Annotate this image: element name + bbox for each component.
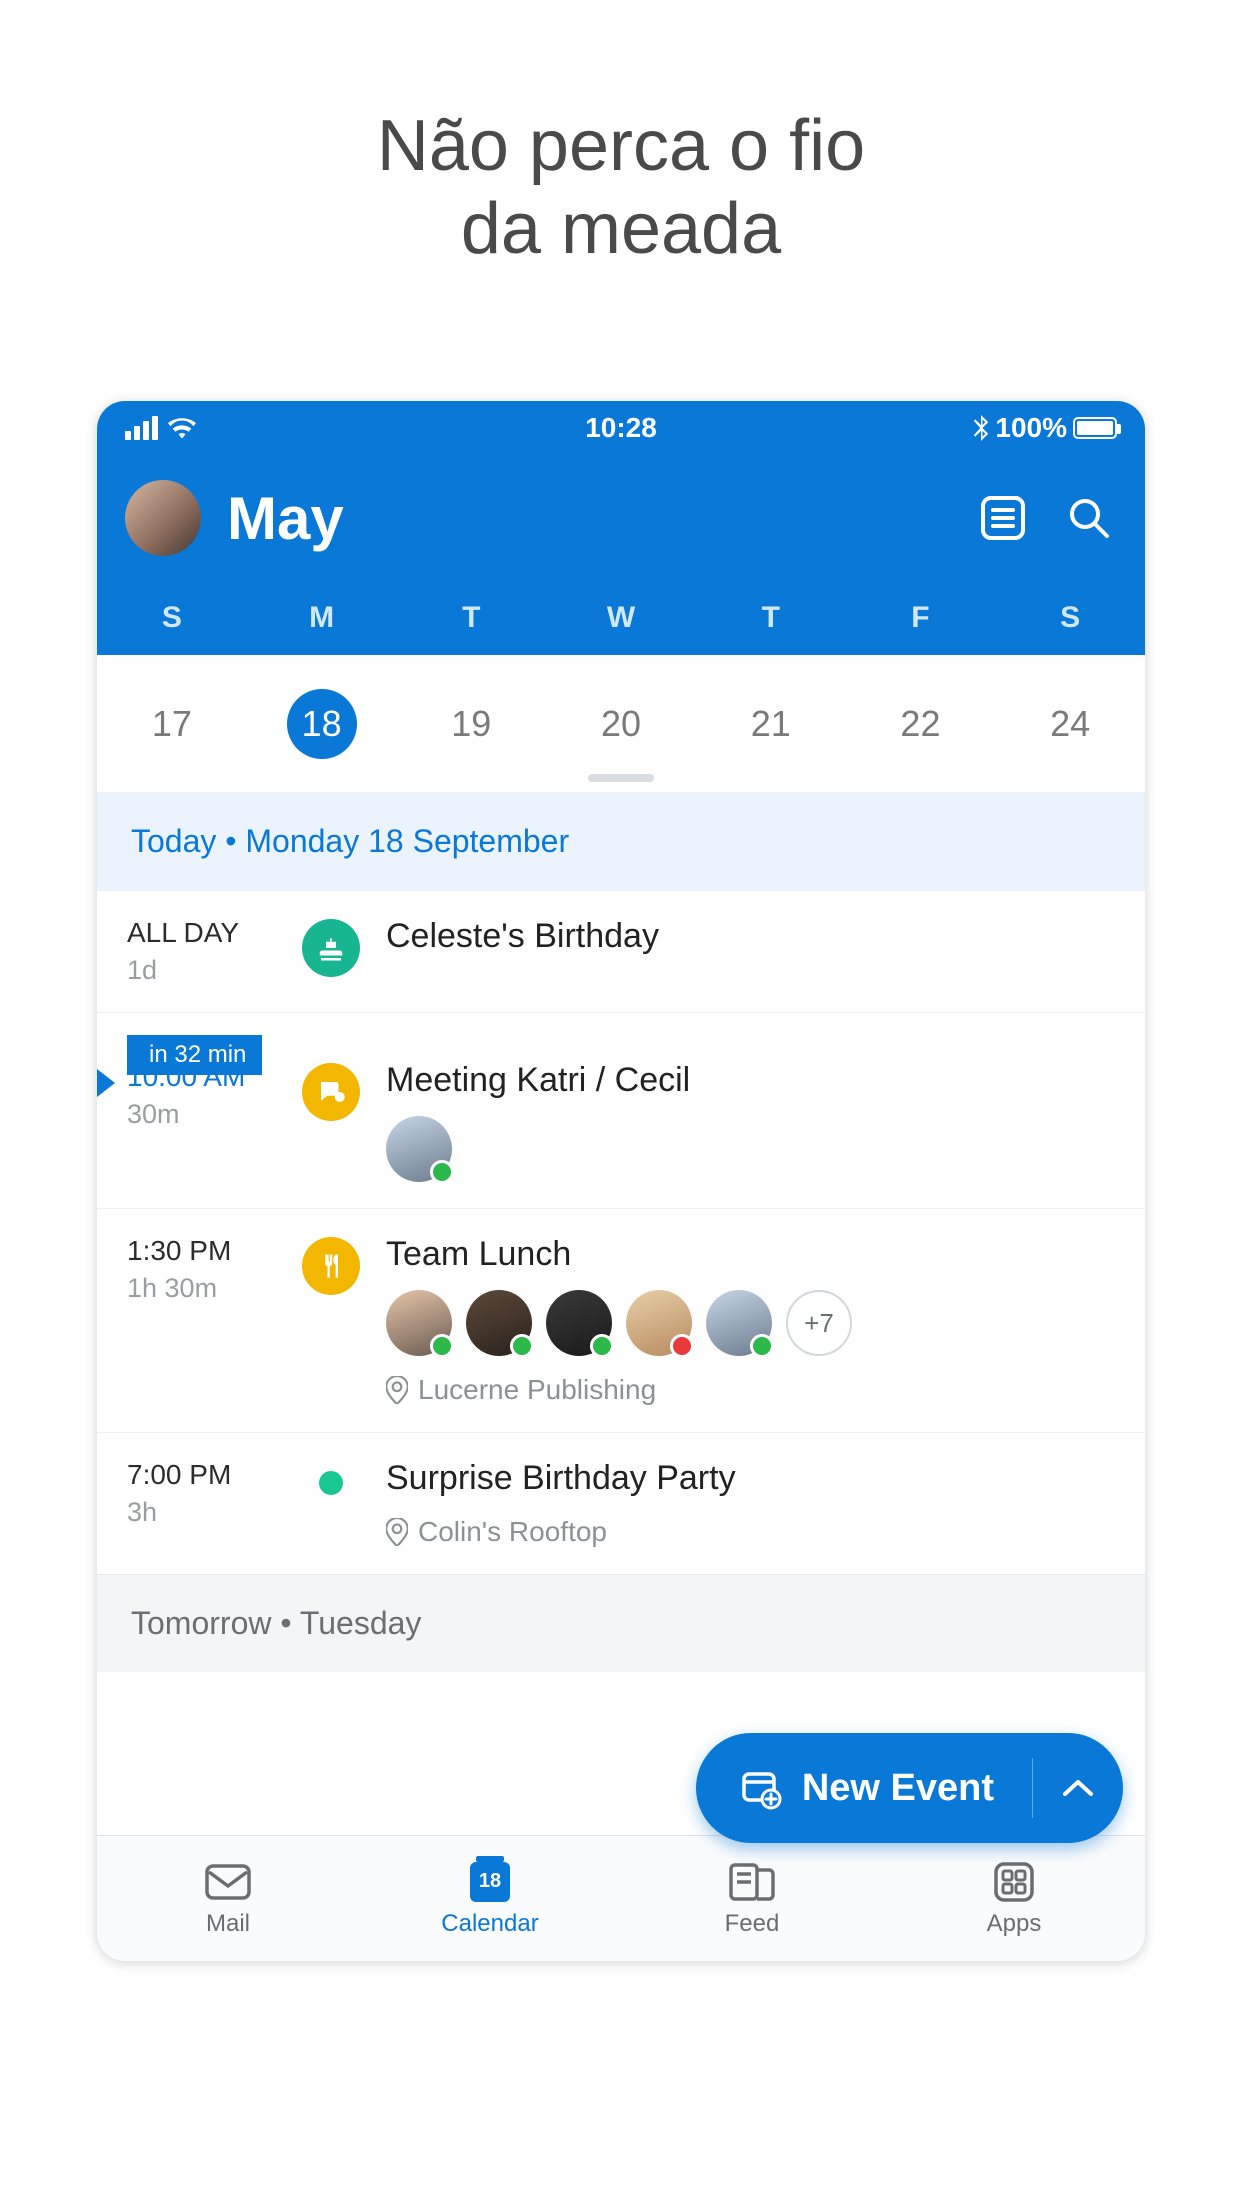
fab-expand-button[interactable] — [1033, 1778, 1123, 1798]
month-title[interactable]: May — [227, 484, 945, 553]
location-icon — [386, 1376, 408, 1404]
chevron-up-icon — [1061, 1778, 1095, 1798]
event-location: Lucerne Publishing — [386, 1374, 1145, 1406]
attendee-list — [386, 1116, 1145, 1182]
weekday-label: T — [696, 601, 846, 635]
event-location: Colin's Rooftop — [386, 1516, 1145, 1548]
more-attendees[interactable]: +7 — [786, 1290, 852, 1356]
countdown-badge: in 32 min — [127, 1035, 262, 1075]
attendee-avatar — [386, 1116, 452, 1182]
new-event-icon — [738, 1766, 782, 1810]
marketing-headline: Não perca o fio da meada — [0, 0, 1242, 271]
search-icon[interactable] — [1061, 490, 1117, 546]
event-row[interactable]: 7:00 PM 3h Surprise Birthday Party Colin… — [97, 1432, 1145, 1574]
chat-icon — [302, 1063, 360, 1121]
date-cell-selected[interactable]: 18 — [247, 655, 397, 792]
food-icon — [302, 1237, 360, 1295]
date-cell[interactable]: 21 — [696, 655, 846, 792]
cell-signal-icon — [125, 416, 158, 440]
apps-icon — [990, 1860, 1038, 1904]
battery-percent: 100% — [995, 412, 1067, 444]
event-row[interactable]: 1:30 PM 1h 30m Team Lunch +7 Lucer — [97, 1208, 1145, 1432]
weekday-label: W — [546, 601, 696, 635]
weekday-label: M — [247, 601, 397, 635]
headline-line-1: Não perca o fio — [0, 105, 1242, 188]
bluetooth-icon — [973, 415, 989, 441]
attendee-avatar — [626, 1290, 692, 1356]
profile-avatar[interactable] — [125, 480, 201, 556]
new-event-fab[interactable]: New Event — [696, 1733, 1123, 1843]
wifi-icon — [168, 417, 196, 439]
calendar-header: 10:28 100% May S M T W T F S — [97, 401, 1145, 655]
event-title: Celeste's Birthday — [386, 917, 1145, 956]
date-cell[interactable]: 20 — [546, 655, 696, 792]
current-indicator-icon — [97, 1069, 115, 1097]
status-bar: 10:28 100% — [97, 401, 1145, 455]
tab-feed[interactable]: Feed — [621, 1836, 883, 1961]
tab-mail[interactable]: Mail — [97, 1836, 359, 1961]
weekday-label: S — [97, 601, 247, 635]
date-cell[interactable]: 17 — [97, 655, 247, 792]
date-cell[interactable]: 22 — [846, 655, 996, 792]
feed-icon — [728, 1860, 776, 1904]
section-header-tomorrow: Tomorrow • Tuesday — [97, 1574, 1145, 1672]
drag-handle[interactable] — [588, 774, 654, 782]
tab-label: Feed — [725, 1910, 780, 1938]
birthday-icon — [302, 919, 360, 977]
event-row[interactable]: in 32 min 10:00 AM 30m Meeting Katri / C… — [97, 1012, 1145, 1208]
tab-label: Apps — [987, 1910, 1042, 1938]
event-title: Meeting Katri / Cecil — [386, 1061, 1145, 1100]
event-time: 7:00 PM 3h — [127, 1459, 302, 1548]
phone-frame: 10:28 100% May S M T W T F S — [97, 401, 1145, 1961]
tab-calendar[interactable]: 18 Calendar — [359, 1836, 621, 1961]
attendee-list: +7 — [386, 1290, 1145, 1356]
headline-line-2: da meada — [0, 188, 1242, 271]
event-time: ALL DAY 1d — [127, 917, 302, 986]
attendee-avatar — [706, 1290, 772, 1356]
calendar-icon: 18 — [466, 1860, 514, 1904]
weekday-label: T — [396, 601, 546, 635]
attendee-avatar — [386, 1290, 452, 1356]
section-header-today: Today • Monday 18 September — [97, 793, 1145, 890]
event-row[interactable]: ALL DAY 1d Celeste's Birthday — [97, 890, 1145, 1012]
agenda-list[interactable]: Today • Monday 18 September ALL DAY 1d C… — [97, 793, 1145, 1835]
location-icon — [386, 1518, 408, 1546]
event-time: in 32 min 10:00 AM 30m — [127, 1061, 302, 1182]
attendee-avatar — [546, 1290, 612, 1356]
date-cell[interactable]: 24 — [995, 655, 1145, 792]
mail-icon — [204, 1860, 252, 1904]
fab-label: New Event — [802, 1767, 994, 1810]
event-title: Surprise Birthday Party — [386, 1459, 1145, 1498]
date-cell[interactable]: 19 — [396, 655, 546, 792]
event-color-dot — [319, 1471, 343, 1495]
date-strip[interactable]: 17 18 19 20 21 22 24 — [97, 655, 1145, 793]
weekday-row: S M T W T F S — [97, 567, 1145, 655]
weekday-label: S — [995, 601, 1145, 635]
status-time: 10:28 — [585, 412, 657, 444]
tab-bar: Mail 18 Calendar Feed Apps — [97, 1835, 1145, 1961]
attendee-avatar — [466, 1290, 532, 1356]
tab-label: Mail — [206, 1910, 250, 1938]
tab-apps[interactable]: Apps — [883, 1836, 1145, 1961]
event-title: Team Lunch — [386, 1235, 1145, 1274]
tab-label: Calendar — [441, 1910, 538, 1938]
event-time: 1:30 PM 1h 30m — [127, 1235, 302, 1406]
agenda-view-icon[interactable] — [975, 490, 1031, 546]
battery-icon — [1073, 417, 1117, 439]
weekday-label: F — [846, 601, 996, 635]
